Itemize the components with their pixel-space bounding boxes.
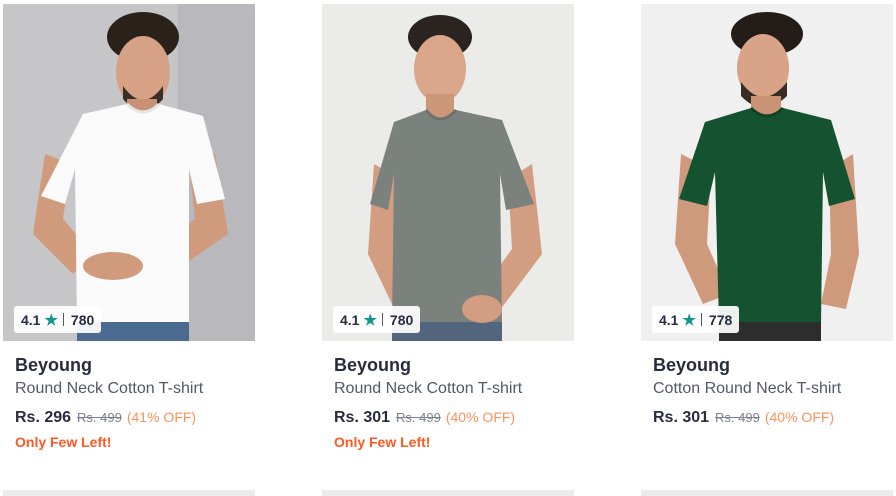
product-discount: (40% OFF) bbox=[764, 409, 835, 425]
next-product-card-edge bbox=[641, 490, 893, 496]
product-image[interactable]: 4.1 ★ 778 bbox=[641, 4, 893, 341]
product-price: Rs. 301 bbox=[334, 409, 391, 426]
product-card[interactable]: 4.1 ★ 780 Beyoung Round Neck Cotton T-sh… bbox=[3, 4, 255, 450]
price-row: Rs. 301 Rs. 499 (40% OFF) bbox=[334, 409, 574, 427]
product-image[interactable]: 4.1 ★ 780 bbox=[3, 4, 255, 341]
product-brand: Beyoung bbox=[15, 355, 93, 375]
stock-note: Only Few Left! bbox=[334, 434, 431, 450]
product-name: Round Neck Cotton T-shirt bbox=[15, 380, 204, 397]
rating-value: 4.1 bbox=[21, 311, 41, 328]
next-product-card-edge bbox=[3, 490, 255, 496]
product-info: Beyoung Cotton Round Neck T-shirt Rs. 30… bbox=[641, 341, 893, 427]
rating-divider bbox=[700, 313, 702, 326]
product-mrp: Rs. 499 bbox=[715, 410, 760, 425]
price-row: Rs. 296 Rs. 499 (41% OFF) bbox=[15, 409, 255, 427]
product-mrp: Rs. 499 bbox=[77, 410, 122, 425]
star-icon: ★ bbox=[44, 311, 58, 329]
product-info: Beyoung Round Neck Cotton T-shirt Rs. 30… bbox=[322, 341, 574, 450]
rating-badge: 4.1 ★ 780 bbox=[14, 306, 102, 333]
product-discount: (41% OFF) bbox=[126, 409, 197, 425]
product-card[interactable]: 4.1 ★ 780 Beyoung Round Neck Cotton T-sh… bbox=[322, 4, 574, 450]
rating-count: 780 bbox=[70, 311, 95, 328]
model-photo bbox=[322, 4, 574, 341]
product-price: Rs. 296 bbox=[15, 409, 72, 426]
product-price: Rs. 301 bbox=[653, 409, 710, 426]
star-icon: ★ bbox=[682, 311, 696, 329]
product-name: Cotton Round Neck T-shirt bbox=[653, 380, 842, 397]
product-card[interactable]: 4.1 ★ 778 Beyoung Cotton Round Neck T-sh… bbox=[641, 4, 893, 434]
product-discount: (40% OFF) bbox=[445, 409, 516, 425]
price-row: Rs. 301 Rs. 499 (40% OFF) bbox=[653, 409, 893, 427]
product-info: Beyoung Round Neck Cotton T-shirt Rs. 29… bbox=[3, 341, 255, 450]
rating-divider bbox=[381, 313, 383, 326]
stock-note: Only Few Left! bbox=[15, 434, 112, 450]
model-photo bbox=[3, 4, 255, 341]
rating-badge: 4.1 ★ 780 bbox=[333, 306, 421, 333]
rating-divider bbox=[62, 313, 64, 326]
rating-value: 4.1 bbox=[340, 311, 360, 328]
next-product-card-edge bbox=[322, 490, 574, 496]
model-photo bbox=[641, 4, 893, 341]
star-icon: ★ bbox=[363, 311, 377, 329]
product-brand: Beyoung bbox=[653, 355, 731, 375]
product-image[interactable]: 4.1 ★ 780 bbox=[322, 4, 574, 341]
rating-count: 778 bbox=[708, 311, 733, 328]
product-mrp: Rs. 499 bbox=[396, 410, 441, 425]
rating-count: 780 bbox=[389, 311, 414, 328]
rating-value: 4.1 bbox=[659, 311, 679, 328]
product-brand: Beyoung bbox=[334, 355, 412, 375]
product-name: Round Neck Cotton T-shirt bbox=[334, 380, 523, 397]
rating-badge: 4.1 ★ 778 bbox=[652, 306, 740, 333]
